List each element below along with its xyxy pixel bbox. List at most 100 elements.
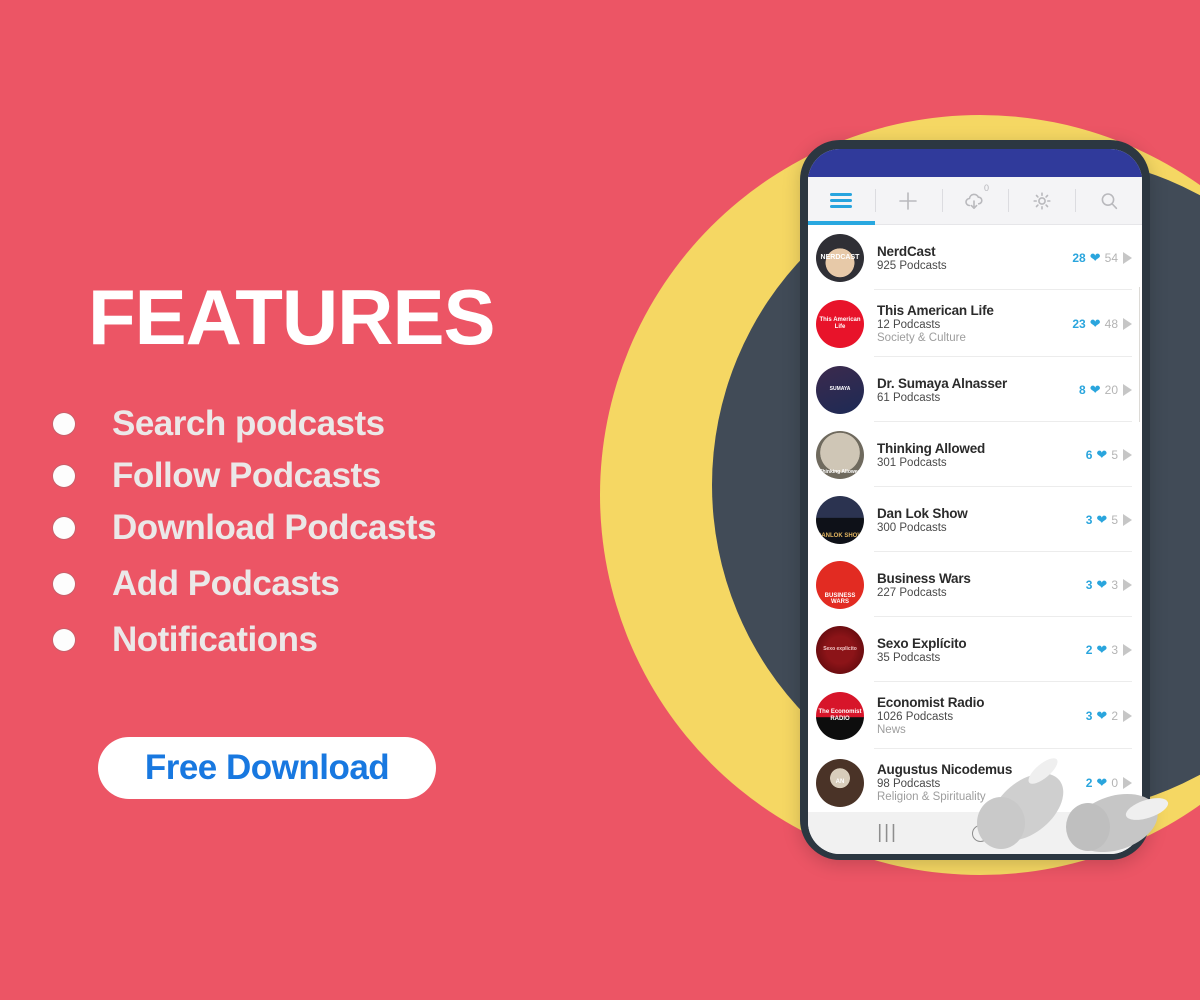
play-icon[interactable] — [1123, 578, 1132, 591]
play-count: 5 — [1111, 512, 1118, 527]
table-row[interactable]: DANLOK SHOW Dan Lok Show 300 Podcasts 3 … — [808, 487, 1142, 552]
play-icon[interactable] — [1123, 448, 1132, 461]
heart-icon[interactable]: ❤ — [1096, 643, 1107, 656]
status-bar — [808, 149, 1142, 177]
row-stats: 3 ❤ 3 — [1086, 578, 1132, 592]
tab-menu[interactable] — [808, 177, 875, 225]
play-count: 48 — [1104, 316, 1118, 331]
row-stats: 3 ❤ 2 — [1086, 709, 1132, 723]
feature-list: Search podcasts Follow Podcasts Download… — [53, 398, 588, 666]
like-count: 3 — [1085, 708, 1093, 723]
avatar-label: The Economist RADIO — [818, 709, 862, 722]
play-icon[interactable] — [1123, 643, 1132, 656]
heart-icon[interactable]: ❤ — [1096, 448, 1107, 461]
like-count: 8 — [1079, 382, 1086, 397]
phone-mockup: 0 NERDCAST NerdCast 925 Podcasts 28 ❤ 54… — [800, 140, 1150, 860]
table-row[interactable]: This American Life This American Life 12… — [808, 290, 1142, 357]
row-text: Dan Lok Show 300 Podcasts — [864, 506, 1086, 534]
avatar: The Economist RADIO — [816, 691, 864, 740]
bullet-icon — [53, 517, 75, 540]
avatar-label: SUMAYA — [829, 385, 851, 392]
table-row[interactable]: BUSINESS WARS Business Wars 227 Podcasts… — [808, 552, 1142, 617]
avatar-label: BUSINESS WARS — [824, 592, 856, 606]
row-stats: 28 ❤ 54 — [1072, 251, 1132, 265]
play-count: 2 — [1111, 708, 1118, 723]
scrollbar[interactable] — [1139, 287, 1140, 422]
podcast-title: This American Life — [877, 303, 994, 318]
podcast-episodes: 35 Podcasts — [877, 651, 941, 664]
heart-icon[interactable]: ❤ — [1096, 709, 1107, 722]
play-icon[interactable] — [1123, 776, 1132, 789]
page-title: FEATURES — [88, 273, 496, 361]
table-row[interactable]: The Economist RADIO Economist Radio 1026… — [808, 682, 1142, 749]
avatar: SUMAYA — [816, 365, 864, 414]
heart-icon[interactable]: ❤ — [1090, 383, 1101, 396]
podcast-episodes: 98 Podcasts — [877, 778, 941, 790]
row-text: Thinking Allowed 301 Podcasts — [864, 441, 1086, 469]
poster-canvas: FEATURES Search podcasts Follow Podcasts… — [0, 0, 1200, 1000]
list-item: Search podcasts — [53, 398, 588, 450]
bullet-icon — [53, 629, 75, 652]
plus-icon — [899, 191, 917, 210]
avatar: BUSINESS WARS — [816, 560, 864, 609]
heart-icon[interactable]: ❤ — [1096, 513, 1107, 526]
row-stats: 8 ❤ 20 — [1079, 383, 1132, 397]
avatar: AN — [816, 758, 864, 807]
heart-icon[interactable]: ❤ — [1090, 251, 1101, 264]
podcast-category: News — [877, 724, 906, 736]
tab-add[interactable] — [874, 177, 942, 224]
row-text: Economist Radio 1026 Podcasts News — [864, 695, 1086, 736]
like-count: 6 — [1085, 447, 1093, 462]
like-count: 3 — [1085, 577, 1093, 592]
tab-downloads[interactable]: 0 — [941, 177, 1009, 224]
table-row[interactable]: NERDCAST NerdCast 925 Podcasts 28 ❤ 54 — [808, 225, 1142, 290]
android-navigation-bar: ||| — [808, 812, 1142, 854]
podcast-title: Economist Radio — [877, 695, 985, 710]
recents-icon[interactable]: ||| — [877, 822, 898, 844]
hamburger-menu-icon — [830, 190, 853, 212]
home-icon[interactable] — [972, 824, 990, 842]
row-stats: 6 ❤ 5 — [1086, 448, 1132, 462]
podcast-title: NerdCast — [877, 243, 936, 259]
tab-search[interactable] — [1075, 177, 1142, 224]
play-count: 54 — [1104, 250, 1118, 265]
play-icon[interactable] — [1123, 251, 1132, 264]
feature-label: Search podcasts — [112, 404, 385, 444]
podcast-list[interactable]: NERDCAST NerdCast 925 Podcasts 28 ❤ 54 T… — [808, 225, 1142, 812]
row-stats: 3 ❤ 5 — [1086, 513, 1132, 527]
tab-settings[interactable] — [1008, 177, 1075, 224]
search-icon — [1101, 192, 1117, 209]
podcast-episodes: 12 Podcasts — [877, 319, 941, 331]
gear-icon — [1033, 191, 1051, 210]
podcast-episodes: 301 Podcasts — [877, 456, 947, 469]
free-download-button[interactable]: Free Download — [98, 737, 436, 799]
avatar-label: This American Life — [819, 317, 861, 330]
heart-icon[interactable]: ❤ — [1096, 578, 1107, 591]
podcast-episodes: 1026 Podcasts — [877, 711, 954, 723]
table-row[interactable]: Sexo explicito Sexo Explícito 35 Podcast… — [808, 617, 1142, 682]
play-count: 20 — [1104, 382, 1118, 397]
podcast-category: Society & Culture — [877, 332, 966, 344]
table-row[interactable]: AN Augustus Nicodemus 98 Podcasts Religi… — [808, 749, 1142, 812]
avatar: DANLOK SHOW — [816, 495, 864, 544]
podcast-episodes: 300 Podcasts — [877, 521, 947, 534]
play-icon[interactable] — [1123, 513, 1132, 526]
download-count-badge: 0 — [983, 183, 989, 193]
bullet-icon — [53, 573, 75, 596]
heart-icon[interactable]: ❤ — [1096, 776, 1107, 789]
table-row[interactable]: SUMAYA Dr. Sumaya Alnasser 61 Podcasts 8… — [808, 357, 1142, 422]
podcast-episodes: 925 Podcasts — [877, 259, 947, 272]
list-item: Add Podcasts — [53, 558, 588, 610]
play-icon[interactable] — [1123, 383, 1132, 396]
table-row[interactable]: Thinking Allowed Thinking Allowed 301 Po… — [808, 422, 1142, 487]
podcast-title: Dr. Sumaya Alnasser — [877, 375, 1008, 391]
play-icon[interactable] — [1123, 317, 1132, 330]
row-text: This American Life 12 Podcasts Society &… — [864, 303, 1072, 344]
row-text: Augustus Nicodemus 98 Podcasts Religion … — [864, 762, 1086, 803]
bullet-icon — [53, 465, 75, 488]
like-count: 3 — [1085, 512, 1093, 527]
play-icon[interactable] — [1123, 709, 1132, 722]
podcast-title: Dan Lok Show — [877, 505, 968, 521]
heart-icon[interactable]: ❤ — [1090, 317, 1101, 330]
row-text: Dr. Sumaya Alnasser 61 Podcasts — [864, 376, 1079, 404]
